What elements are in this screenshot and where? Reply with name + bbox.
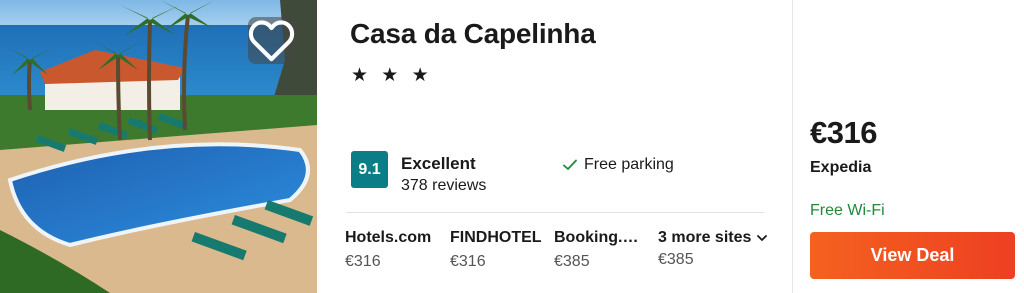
site-name: Booking.com xyxy=(554,229,646,246)
rating-label: Excellent xyxy=(401,154,476,173)
hotel-name[interactable]: Casa da Capelinha xyxy=(350,18,596,50)
hotel-result-card: Casa da Capelinha ★ ★ ★ 9.1 Excellent 37… xyxy=(0,0,1024,293)
more-sites-price: €385 xyxy=(658,251,694,268)
view-deal-button[interactable]: View Deal xyxy=(810,232,1015,279)
review-count[interactable]: 378 reviews xyxy=(401,177,486,195)
deal-provider: Expedia xyxy=(810,159,872,176)
site-offer-booking-com[interactable]: Booking.com €385 xyxy=(554,229,646,271)
site-price: €385 xyxy=(554,253,590,270)
divider xyxy=(346,212,764,213)
favorite-button[interactable] xyxy=(248,17,295,64)
deal-price: €316 xyxy=(810,115,877,150)
site-price: €316 xyxy=(450,253,486,270)
column-divider xyxy=(792,0,793,293)
hotel-photo[interactable] xyxy=(0,0,317,293)
chevron-down-icon xyxy=(757,234,768,241)
amenity-free-parking: Free parking xyxy=(563,156,674,174)
site-name: Hotels.com xyxy=(345,229,432,246)
site-price: €316 xyxy=(345,253,381,270)
rating-score-badge: 9.1 xyxy=(351,151,388,188)
checkmark-icon xyxy=(563,159,577,170)
star-rating: ★ ★ ★ xyxy=(351,65,433,86)
site-name: FINDHOTEL xyxy=(450,229,542,246)
heart-outline-icon xyxy=(248,20,295,62)
site-offer-findhotel[interactable]: FINDHOTEL €316 xyxy=(450,229,548,271)
amenity-label: Free parking xyxy=(584,156,674,173)
deal-perk: Free Wi-Fi xyxy=(810,202,885,219)
more-sites-label: 3 more sites xyxy=(658,229,752,246)
site-offer-hotels-com[interactable]: Hotels.com €316 xyxy=(345,229,443,271)
more-sites-dropdown[interactable]: 3 more sites €385 xyxy=(658,229,782,269)
